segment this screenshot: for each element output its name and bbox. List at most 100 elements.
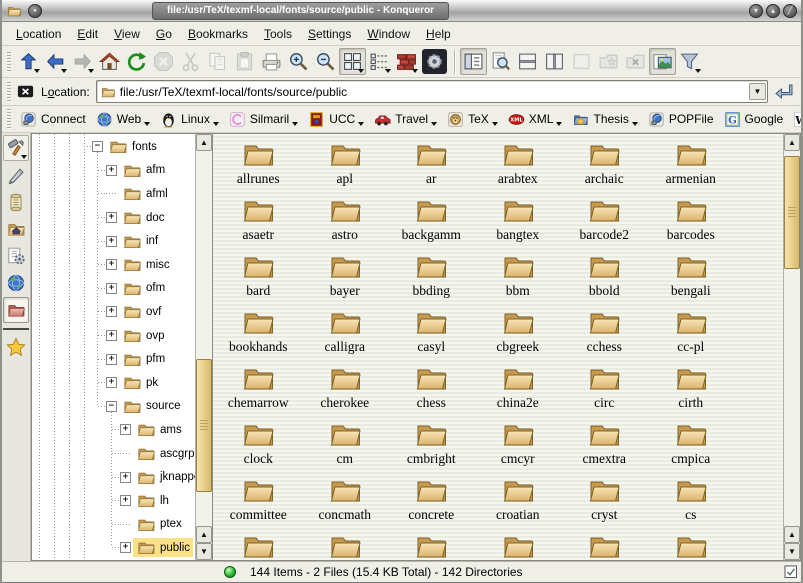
sidebar-tab-history[interactable] (3, 189, 29, 215)
expand-toggle[interactable]: + (106, 377, 117, 388)
folder-item-cherokee[interactable]: cherokee (302, 361, 389, 417)
bookmark-google[interactable]: Google (719, 109, 789, 130)
maximize-button[interactable]: ▴ (766, 4, 780, 18)
bookmark-linux[interactable]: Linux (155, 109, 224, 130)
folder-item-chemarrow[interactable]: chemarrow (215, 361, 302, 417)
bookmark-tex[interactable]: TeX (442, 109, 503, 130)
bookmark-web[interactable]: Web (91, 109, 155, 130)
menu-help[interactable]: Help (418, 24, 459, 44)
bookmark-travel[interactable]: Travel (369, 109, 442, 130)
folder-item-calligra[interactable]: calligra (302, 305, 389, 361)
folder-item-cmbright[interactable]: cmbright (388, 417, 475, 473)
folder-item-bookhands[interactable]: bookhands (215, 305, 302, 361)
tree-item-source[interactable]: −source (32, 395, 195, 419)
tree-item-lh[interactable]: +lh (32, 489, 195, 513)
multicolumn-view-button[interactable] (393, 48, 420, 75)
toolbar-grip[interactable] (7, 82, 11, 102)
sidebar-tab-configure[interactable] (3, 135, 29, 161)
sidebar-tab-pen[interactable] (3, 162, 29, 188)
icon-view-button[interactable] (339, 48, 366, 75)
folder-item-clipped[interactable] (302, 529, 389, 561)
folder-item-bbding[interactable]: bbding (388, 249, 475, 305)
folder-item-bengali[interactable]: bengali (648, 249, 735, 305)
titlebar[interactable]: ● file:/usr/TeX/texmf-local/fonts/source… (2, 0, 801, 22)
folder-item-astro[interactable]: astro (302, 193, 389, 249)
tree-item-ovf[interactable]: +ovf (32, 300, 195, 324)
expand-toggle[interactable]: + (106, 165, 117, 176)
tree-item-ofm[interactable]: +ofm (32, 277, 195, 301)
folder-item-archaic[interactable]: archaic (561, 137, 648, 193)
folder-item-concrete[interactable]: concrete (388, 473, 475, 529)
tree-item-pfm[interactable]: +pfm (32, 347, 195, 371)
tree-item-afm[interactable]: +afm (32, 159, 195, 183)
folder-item-ar[interactable]: ar (388, 137, 475, 193)
tree-item-pk[interactable]: +pk (32, 371, 195, 395)
sidebar-tab-root-folder[interactable] (3, 297, 29, 323)
folder-item-chess[interactable]: chess (388, 361, 475, 417)
tree-item-ascgrp[interactable]: ascgrp (32, 442, 195, 466)
find-file-button[interactable] (487, 48, 514, 75)
bookmark-ucc[interactable]: UCC (303, 109, 369, 130)
folder-item-cmextra[interactable]: cmextra (561, 417, 648, 473)
open-terminal-button[interactable] (422, 49, 447, 74)
zoom-out-button[interactable] (312, 48, 339, 75)
folder-item-cm[interactable]: cm (302, 417, 389, 473)
collapse-toggle[interactable]: − (106, 401, 117, 412)
folder-item-allrunes[interactable]: allrunes (215, 137, 302, 193)
location-combobox[interactable]: ▼ (96, 80, 768, 103)
scroll-down-button[interactable]: ▼ (784, 543, 800, 560)
expand-toggle[interactable]: + (106, 283, 117, 294)
folder-item-clipped[interactable] (388, 529, 475, 561)
view-mode-check-icon[interactable] (784, 565, 798, 579)
tree-item-fonts[interactable]: −fonts (32, 135, 195, 159)
menu-window[interactable]: Window (359, 24, 418, 44)
expand-toggle[interactable]: + (120, 424, 131, 435)
zoom-in-button[interactable] (285, 48, 312, 75)
bookmark-xml[interactable]: XML (503, 109, 568, 130)
tree-item-doc[interactable]: +doc (32, 206, 195, 230)
bookmark-popfile[interactable]: POPFile (643, 109, 719, 130)
location-dropdown-button[interactable]: ▼ (749, 83, 766, 100)
close-button[interactable]: ╱ (783, 4, 797, 18)
menu-edit[interactable]: Edit (69, 24, 106, 44)
folder-item-barcodes[interactable]: barcodes (648, 193, 735, 249)
sidebar-tab-services[interactable] (3, 243, 29, 269)
image-preview-button[interactable] (649, 48, 676, 75)
folder-item-barcode2[interactable]: barcode2 (561, 193, 648, 249)
folder-item-croatian[interactable]: croatian (475, 473, 562, 529)
folder-item-clipped[interactable] (648, 529, 735, 561)
folder-item-bayer[interactable]: bayer (302, 249, 389, 305)
scroll-up-button[interactable]: ▲ (196, 134, 212, 151)
sidebar-tab-home-folder[interactable] (3, 216, 29, 242)
main-scrollbar[interactable]: ▲ ▲ ▼ (783, 134, 800, 560)
scroll-up-button[interactable]: ▲ (196, 526, 212, 543)
split-view-left-right-button[interactable] (541, 48, 568, 75)
tree-item-jknappen[interactable]: +jknappen (32, 465, 195, 489)
expand-toggle[interactable]: + (106, 259, 117, 270)
expand-toggle[interactable]: + (106, 306, 117, 317)
expand-toggle[interactable]: + (120, 495, 131, 506)
show-sidebar-button[interactable] (460, 48, 487, 75)
scroll-down-button[interactable]: ▼ (196, 543, 212, 560)
bookmark-connect[interactable]: Connect (15, 109, 91, 130)
folder-item-arabtex[interactable]: arabtex (475, 137, 562, 193)
back-button[interactable] (42, 48, 69, 75)
menu-location[interactable]: Location (8, 24, 69, 44)
folder-item-bbm[interactable]: bbm (475, 249, 562, 305)
tree-item-ams[interactable]: +ams (32, 418, 195, 442)
expand-toggle[interactable]: + (120, 472, 131, 483)
go-button[interactable] (772, 79, 797, 104)
folder-item-cmcyr[interactable]: cmcyr (475, 417, 562, 473)
clear-location-button[interactable] (15, 80, 39, 104)
menu-settings[interactable]: Settings (300, 24, 359, 44)
folder-item-cbgreek[interactable]: cbgreek (475, 305, 562, 361)
folder-item-apl[interactable]: apl (302, 137, 389, 193)
folder-item-backgamm[interactable]: backgamm (388, 193, 475, 249)
menu-view[interactable]: View (106, 24, 148, 44)
up-button[interactable] (15, 48, 42, 75)
sidebar-tab-bookmarks[interactable] (3, 334, 29, 360)
folder-item-bard[interactable]: bard (215, 249, 302, 305)
filter-button[interactable] (676, 48, 703, 75)
folder-item-china2e[interactable]: china2e (475, 361, 562, 417)
expand-toggle[interactable]: + (106, 354, 117, 365)
